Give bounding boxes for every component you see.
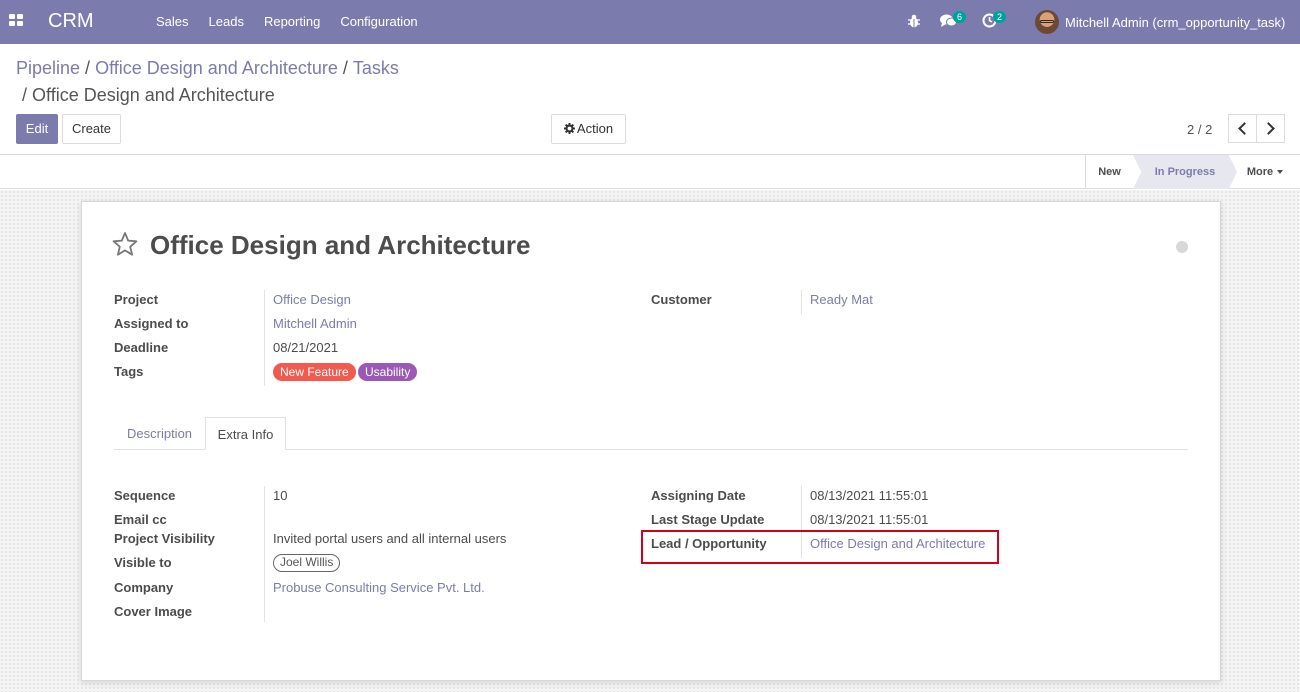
breadcrumb-separator: /: [342, 58, 348, 78]
gear-icon: [563, 123, 575, 134]
sequence-value: 10: [273, 488, 288, 503]
messages-badge: 6: [953, 11, 967, 23]
breadcrumb-current-line: / Office Design and Architecture: [16, 84, 516, 106]
user-name: Mitchell Admin (crm_opportunity_task): [1065, 14, 1286, 30]
user-menu[interactable]: Mitchell Admin (crm_opportunity_task): [1035, 8, 1285, 36]
project-visibility-value: Invited portal users and all internal us…: [273, 531, 507, 546]
tags-label: Tags: [114, 364, 144, 379]
breadcrumb-tasks[interactable]: Tasks: [353, 58, 399, 78]
activities-badge: 2: [993, 11, 1007, 23]
tag-new-feature[interactable]: New Feature: [273, 363, 356, 381]
field-divider: [801, 290, 802, 314]
visible-to-label: Visible to: [114, 555, 172, 570]
breadcrumb-pipeline[interactable]: Pipeline: [16, 58, 80, 78]
menu-item-sales[interactable]: Sales: [146, 0, 199, 44]
last-stage-update-value: 08/13/2021 11:55:01: [810, 512, 929, 527]
deadline-value: 08/21/2021: [273, 340, 339, 355]
pager-value[interactable]: 2 / 2: [1187, 122, 1212, 137]
bug-icon[interactable]: [907, 13, 921, 29]
pager-previous-button[interactable]: [1228, 114, 1257, 143]
chevron-left-icon: [1238, 122, 1251, 135]
field-divider: [264, 486, 265, 622]
breadcrumb-opportunity[interactable]: Office Design and Architecture: [95, 58, 338, 78]
assigning-date-label: Assigning Date: [651, 488, 746, 503]
cover-image-label: Cover Image: [114, 604, 193, 619]
menu-item-leads[interactable]: Leads: [199, 0, 254, 44]
assigning-date-value: 08/13/2021 11:55:01: [810, 488, 929, 503]
field-divider: [264, 290, 265, 386]
email-cc-label: Email cc: [114, 512, 167, 527]
menu-item-configuration[interactable]: Configuration: [330, 0, 427, 44]
deadline-label: Deadline: [114, 340, 169, 355]
chevron-right-icon: [1262, 122, 1275, 135]
pager-next-button[interactable]: [1256, 114, 1285, 143]
breadcrumb-separator: /: [85, 58, 91, 78]
apps-menu-icon[interactable]: [9, 14, 23, 28]
edit-button[interactable]: Edit: [16, 114, 58, 144]
assigned-to-link[interactable]: Mitchell Admin: [273, 316, 357, 331]
caret-down-icon: [1277, 170, 1284, 175]
tab-description[interactable]: Description: [115, 417, 204, 450]
breadcrumb-current: Office Design and Architecture: [32, 85, 275, 105]
visible-to-tag[interactable]: Joel Willis: [273, 554, 341, 572]
sequence-label: Sequence: [114, 488, 176, 503]
action-label: Action: [576, 121, 614, 136]
project-label: Project: [114, 292, 159, 307]
menu-item-reporting[interactable]: Reporting: [254, 0, 330, 44]
stage-in-progress[interactable]: In Progress: [1133, 155, 1237, 189]
assigned-to-label: Assigned to: [114, 316, 189, 331]
create-button[interactable]: Create: [62, 114, 121, 144]
stage-new[interactable]: New: [1085, 155, 1133, 189]
breadcrumb: Pipeline / Office Design and Architecture /…: [16, 57, 516, 106]
tab-extra-info[interactable]: Extra Info: [205, 417, 286, 450]
action-button[interactable]: Action: [551, 114, 626, 144]
tag-usability[interactable]: Usability: [358, 363, 418, 381]
company-label: Company: [114, 580, 174, 595]
app-brand[interactable]: CRM: [48, 10, 94, 33]
stage-more-label: More: [1246, 166, 1274, 178]
star-icon[interactable]: [112, 231, 138, 257]
record-title: Office Design and Architecture: [150, 230, 531, 260]
project-link[interactable]: Office Design: [273, 292, 351, 307]
company-link[interactable]: Probuse Consulting Service Pvt. Ltd.: [273, 580, 485, 595]
breadcrumb-separator: /: [22, 85, 28, 105]
top-navbar: CRM Sales Leads Reporting Configuration …: [0, 0, 1300, 44]
customer-label: Customer: [651, 292, 712, 307]
project-visibility-label: Project Visibility: [114, 531, 215, 546]
kanban-state-indicator[interactable]: [1176, 241, 1188, 253]
avatar: [1035, 10, 1059, 34]
last-stage-update-label: Last Stage Update: [651, 512, 765, 527]
main-menu: Sales Leads Reporting Configuration: [146, 0, 428, 44]
stage-more-dropdown[interactable]: More: [1240, 155, 1290, 189]
status-bar: New In Progress More: [0, 155, 1300, 189]
customer-link[interactable]: Ready Mat: [810, 292, 873, 307]
lead-opportunity-highlight: [641, 530, 999, 564]
